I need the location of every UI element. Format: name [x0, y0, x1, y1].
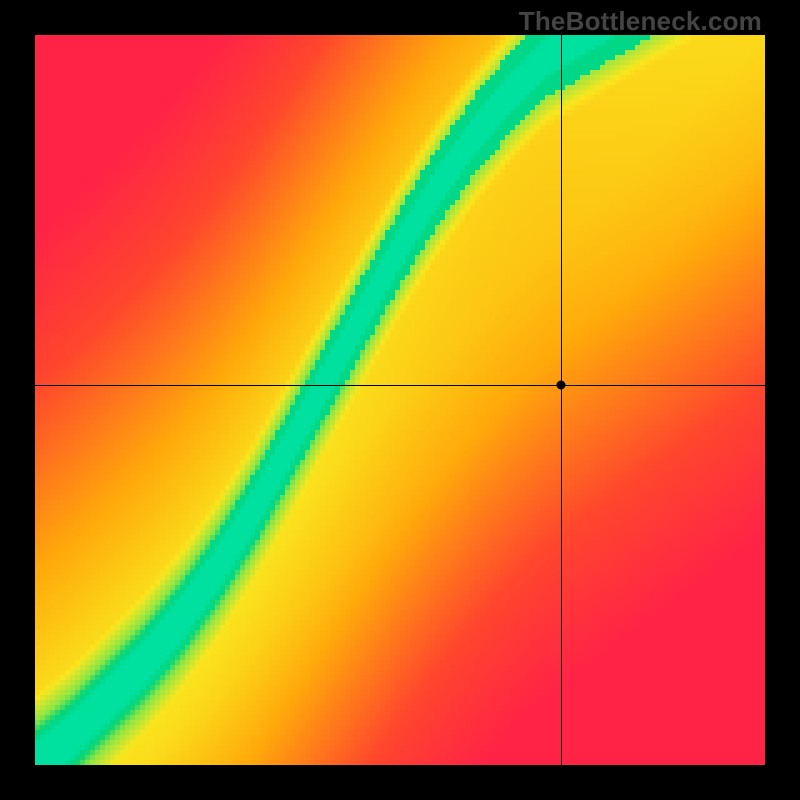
crosshair-horizontal [35, 385, 765, 386]
heatmap-plot [35, 35, 765, 765]
heatmap-canvas [35, 35, 765, 765]
watermark-text: TheBottleneck.com [519, 6, 762, 37]
chart-frame: TheBottleneck.com [0, 0, 800, 800]
crosshair-dot [556, 381, 565, 390]
crosshair-vertical [561, 35, 562, 765]
